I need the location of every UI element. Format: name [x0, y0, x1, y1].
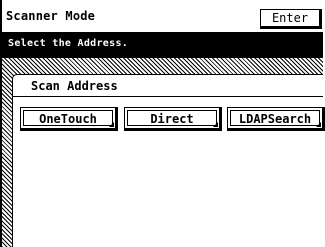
direct-label: Direct [127, 110, 217, 126]
ldap-search-label: LDAPSearch [230, 110, 320, 126]
corner-mark-icon [213, 122, 218, 127]
onetouch-label: OneTouch [23, 110, 113, 126]
direct-button[interactable]: Direct [124, 107, 222, 131]
corner-mark-icon [316, 122, 321, 127]
onetouch-button[interactable]: OneTouch [20, 107, 118, 131]
enter-button[interactable]: Enter [260, 9, 322, 29]
corner-mark-icon [109, 122, 114, 127]
title-bar: Scanner Mode Enter [2, 6, 322, 29]
message-text: Select the Address. [8, 38, 129, 49]
screen-title: Scanner Mode [6, 9, 96, 23]
ldap-search-button[interactable]: LDAPSearch [227, 107, 325, 131]
message-bar: Select the Address. [2, 32, 323, 58]
scan-address-label: Scan Address [31, 79, 118, 93]
scan-address-tab: Scan Address [12, 74, 323, 97]
